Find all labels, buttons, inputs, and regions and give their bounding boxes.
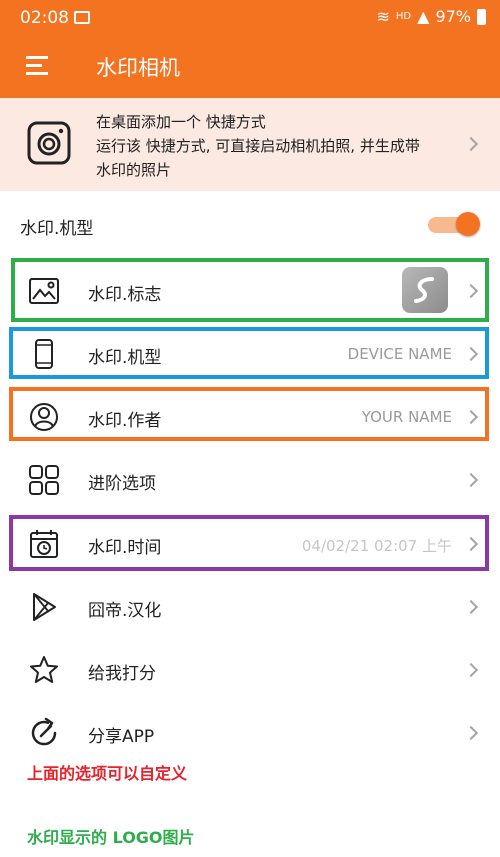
- person-icon: [30, 403, 58, 431]
- network-label: HD: [395, 11, 412, 22]
- add-shortcut-banner[interactable]: 在桌面添加一个 快捷方式 运行该 快捷方式, 可直接启动相机拍照, 并生成带 水…: [0, 98, 500, 191]
- list-item-time[interactable]: 水印.时间 04/02/21 02:07 上午: [0, 512, 500, 575]
- calendar-clock-icon: [30, 530, 58, 558]
- watermark-toggle-row: 水印.机型: [0, 192, 500, 256]
- chevron-right-icon: [463, 725, 479, 741]
- status-bar: 02:08 ≋ HD ▲ 97%: [0, 0, 500, 34]
- chevron-right-icon: [463, 346, 479, 362]
- app-title: 水印相机: [96, 56, 180, 80]
- item-label: 水印.作者: [88, 411, 162, 431]
- signal-icon: ▲: [417, 7, 430, 26]
- chevron-right-icon: [463, 409, 479, 425]
- image-icon: [29, 278, 59, 304]
- wifi-icon: ≋: [376, 7, 390, 26]
- list-item-logo[interactable]: 水印.标志: [0, 259, 500, 322]
- list-item-translation[interactable]: 囧帝.汉化: [0, 575, 500, 638]
- item-label: 水印.标志: [88, 285, 162, 305]
- s-logo-icon: [414, 277, 434, 303]
- chevron-right-icon: [463, 599, 479, 615]
- section-label: 水印.机型: [20, 219, 94, 239]
- grid-icon: [29, 465, 59, 495]
- star-icon: [30, 656, 58, 683]
- item-label: 分享APP: [88, 727, 155, 747]
- logo-thumbnail: [402, 267, 448, 313]
- banner-text: 在桌面添加一个 快捷方式 运行该 快捷方式, 可直接启动相机拍照, 并生成带 水…: [96, 113, 420, 179]
- list-item-share[interactable]: 分享APP: [0, 701, 500, 764]
- camera-icon: [27, 121, 71, 165]
- chevron-right-icon: [463, 283, 479, 299]
- item-label: 给我打分: [88, 664, 156, 684]
- chevron-right-icon: [463, 472, 479, 488]
- item-value: 04/02/21 02:07 上午: [301, 537, 452, 555]
- item-label: 水印.机型: [88, 348, 162, 368]
- list-item-author[interactable]: 水印.作者 YOUR NAME: [0, 385, 500, 448]
- custom-options-note: 上面的选项可以自定义: [27, 764, 188, 783]
- share-icon: [31, 717, 57, 746]
- chevron-right-icon: [463, 136, 479, 152]
- item-label: 囧帝.汉化: [88, 601, 162, 621]
- status-time: 02:08: [20, 8, 69, 28]
- item-label: 水印.时间: [88, 538, 162, 558]
- list-item-rate[interactable]: 给我打分: [0, 638, 500, 701]
- list-item-device[interactable]: 水印.机型 DEVICE NAME: [0, 322, 500, 385]
- app-bar: 水印相机: [0, 34, 500, 98]
- logo-note: 水印显示的 LOGO图片: [27, 828, 195, 847]
- list-item-advanced[interactable]: 进阶选项: [0, 448, 500, 511]
- item-value: YOUR NAME: [361, 408, 452, 426]
- watermark-toggle[interactable]: [426, 211, 482, 237]
- item-label: 进阶选项: [88, 474, 156, 494]
- chevron-right-icon: [463, 662, 479, 678]
- battery-percent: 97%: [435, 7, 471, 26]
- chevron-right-icon: [463, 536, 479, 552]
- status-icons: ≋ HD ▲ 97%: [376, 7, 486, 26]
- item-value: DEVICE NAME: [347, 345, 452, 363]
- phone-icon: [35, 339, 53, 369]
- gallery-notification-icon: [74, 11, 90, 24]
- hamburger-menu-icon[interactable]: [26, 56, 48, 75]
- play-store-icon: [33, 593, 56, 621]
- battery-icon: [477, 8, 486, 25]
